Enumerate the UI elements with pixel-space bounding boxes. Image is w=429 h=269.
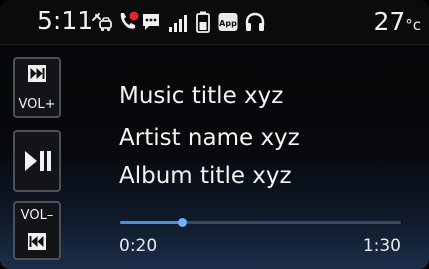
battery-icon	[196, 11, 210, 37]
play-pause-icon	[25, 151, 51, 175]
progress-bar[interactable]	[120, 218, 401, 227]
clock: 5:11	[37, 6, 94, 35]
message-icon	[141, 12, 161, 36]
temperature-unit: °c	[405, 16, 421, 34]
signal-icon	[168, 13, 188, 37]
track-title: Music title xyz	[119, 83, 284, 109]
temperature-value: 27	[373, 7, 406, 36]
play-pause-button[interactable]	[13, 130, 61, 192]
app-badge-label: App	[219, 19, 237, 28]
headphones-icon	[244, 11, 266, 37]
next-vol-up-button[interactable]: VOL+	[13, 57, 61, 118]
track-album: Album title xyz	[119, 163, 292, 189]
skip-forward-icon	[28, 65, 46, 86]
vol-down-label: VOL–	[20, 208, 54, 223]
prev-vol-down-button[interactable]: VOL–	[13, 201, 61, 260]
missed-call-icon	[117, 10, 139, 36]
track-artist: Artist name xyz	[119, 125, 300, 151]
car-media-screen: 5:11 App 27°c VOL+ VOL– Music title xyz …	[0, 0, 429, 269]
skip-back-icon	[28, 233, 46, 254]
total-time: 1:30	[362, 236, 401, 256]
elapsed-time: 0:20	[119, 236, 158, 256]
vol-up-label: VOL+	[18, 97, 56, 112]
status-bar: 5:11 App 27°c	[0, 0, 429, 45]
outside-temperature: 27°c	[373, 7, 421, 40]
progress-knob[interactable]	[178, 218, 188, 227]
car-phone-icon	[91, 11, 113, 37]
app-icon: App	[218, 12, 238, 36]
progress-fill	[120, 221, 183, 224]
